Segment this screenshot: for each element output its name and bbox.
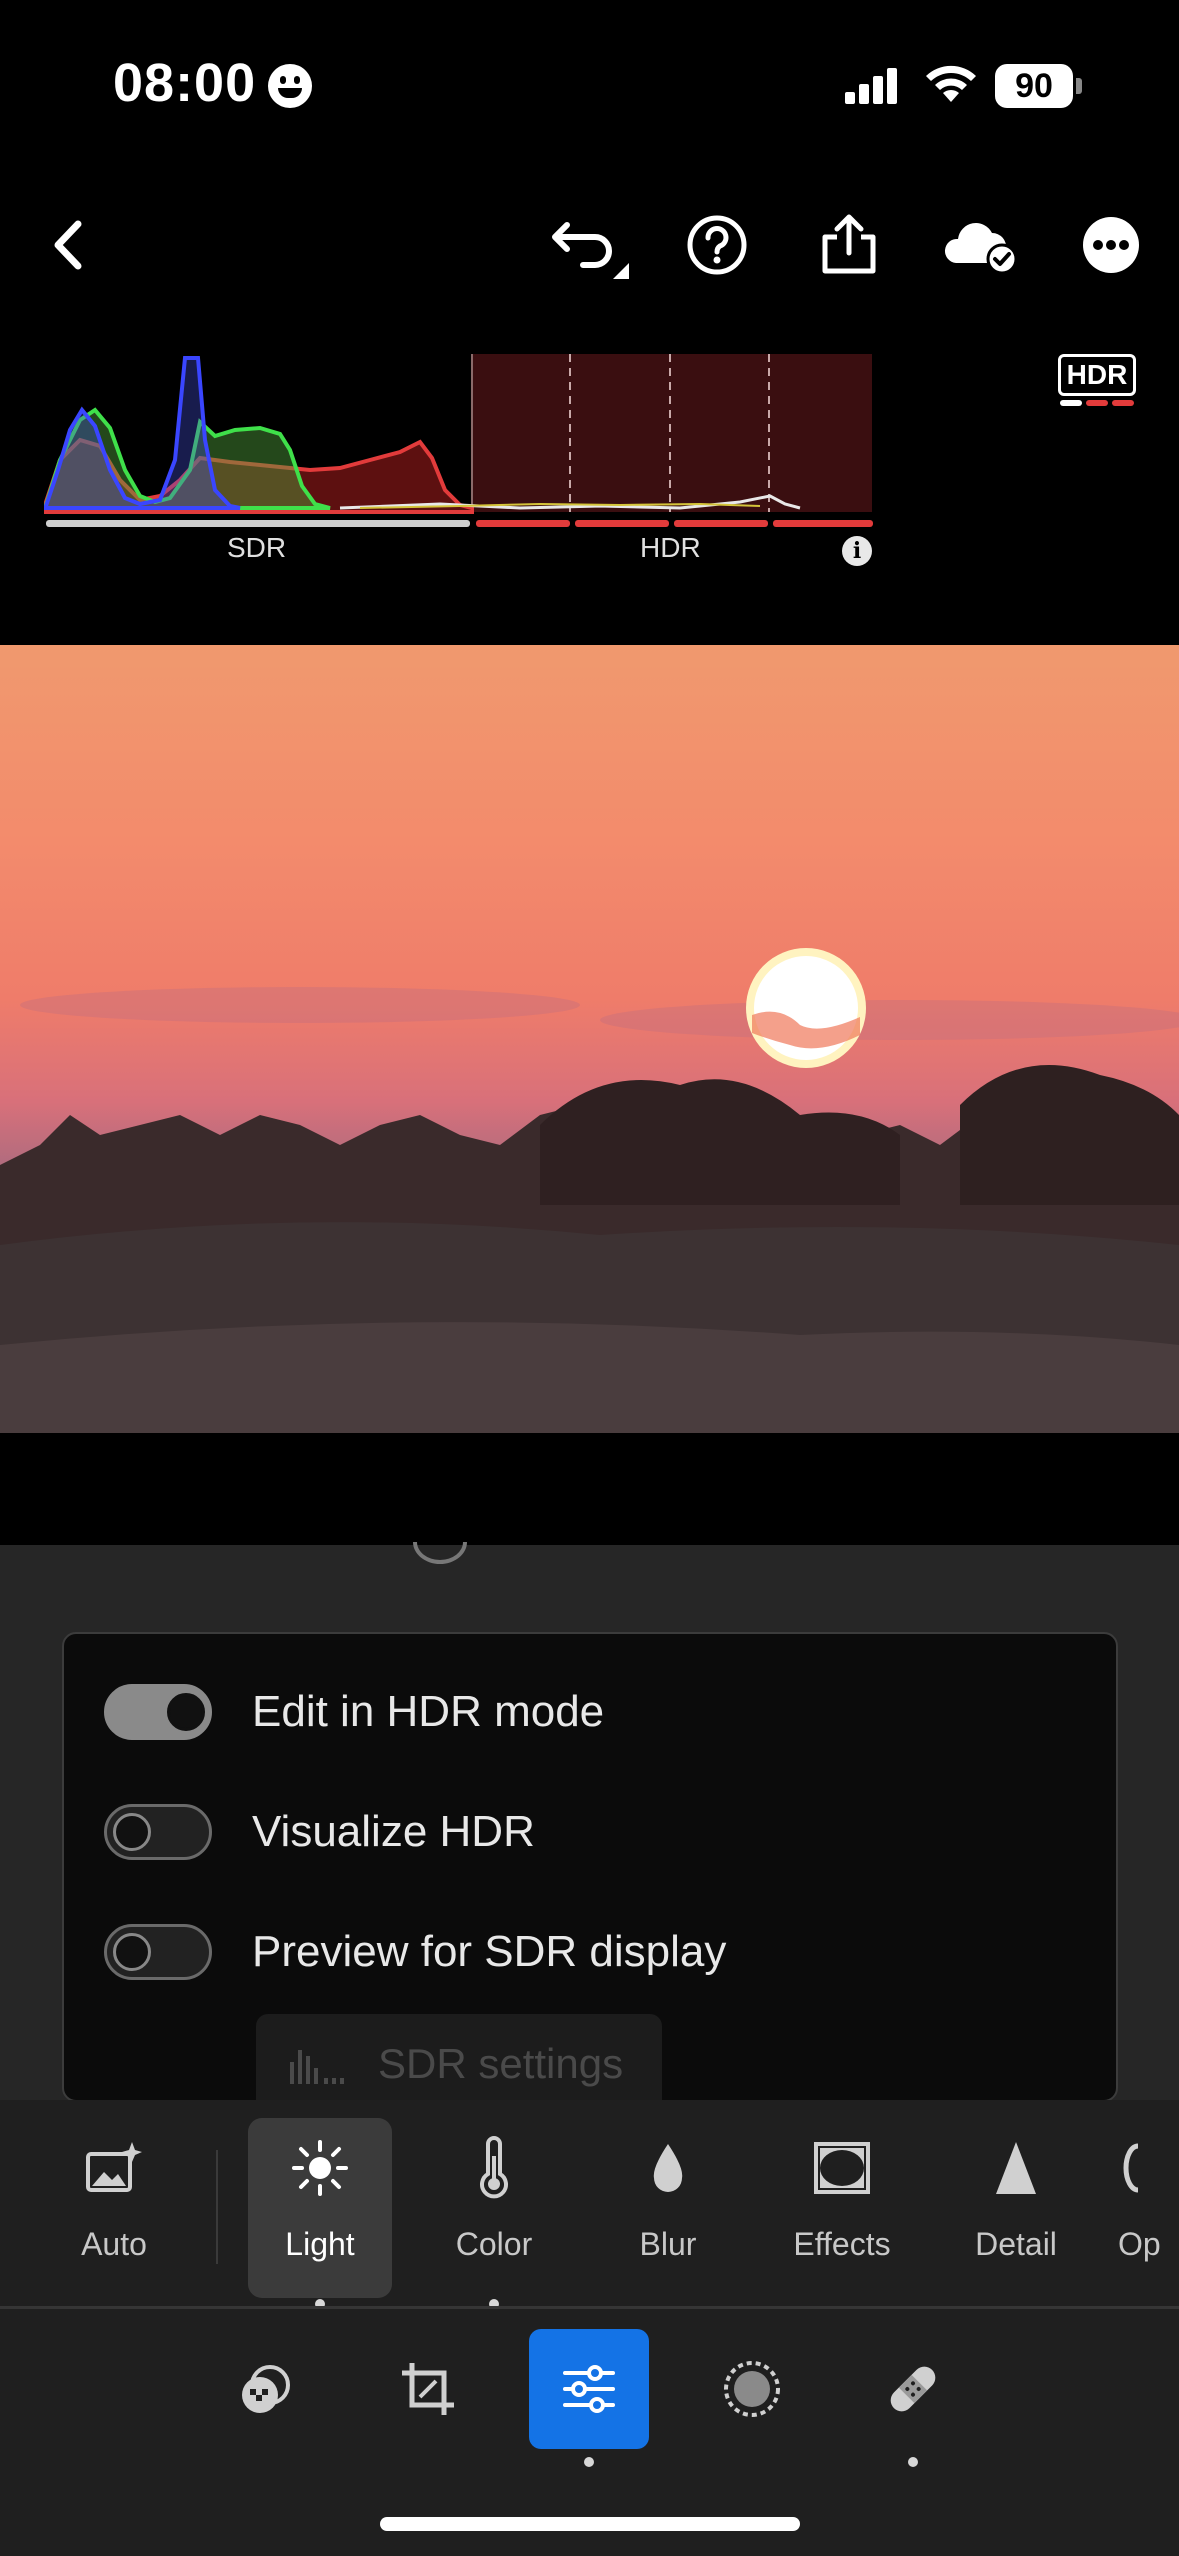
- preview-sdr-label: Preview for SDR display: [252, 1927, 727, 1976]
- hdr-zone: [472, 354, 872, 512]
- back-button[interactable]: [28, 190, 108, 300]
- visualize-hdr-row[interactable]: Visualize HDR: [104, 1792, 535, 1872]
- sdr-settings-button[interactable]: SDR settings: [256, 2014, 662, 2100]
- thermometer-icon: [480, 2136, 508, 2199]
- battery-icon: 90: [995, 64, 1073, 108]
- visualize-hdr-label: Visualize HDR: [252, 1807, 535, 1856]
- preview-sdr-row[interactable]: Preview for SDR display: [104, 1912, 726, 1992]
- help-icon: [687, 215, 747, 275]
- tool-effects-label: Effects: [793, 2226, 891, 2262]
- healing-bandage-icon: [890, 2366, 936, 2412]
- cloud-synced-icon: [944, 223, 1018, 275]
- edit-sliders-icon: [563, 2365, 615, 2413]
- triangle-icon: [996, 2142, 1036, 2194]
- tool-color-label: Color: [455, 2226, 533, 2262]
- hdr-badge-bars: [1060, 400, 1134, 406]
- tool-color[interactable]: Color: [422, 2118, 566, 2298]
- tool-auto-label: Auto: [81, 2226, 147, 2262]
- edit-tools-bar: Auto Light Color Blur Effects Detail Op: [0, 2100, 1179, 2309]
- cellular-signal-icon: [845, 68, 897, 104]
- hdr-badge[interactable]: HDR: [1058, 354, 1136, 406]
- visualize-hdr-toggle[interactable]: [104, 1804, 212, 1860]
- vignette-frame-icon: [814, 2142, 870, 2194]
- histogram-small-icon: [290, 2050, 344, 2084]
- battery-tip: [1076, 78, 1082, 94]
- info-icon[interactable]: i: [842, 536, 872, 566]
- tool-auto[interactable]: Auto: [42, 2118, 186, 2298]
- photo-scene: [0, 948, 1179, 1433]
- more-icon: [1083, 217, 1139, 273]
- crop-button[interactable]: [368, 2329, 488, 2449]
- panel-drag-handle[interactable]: [413, 1542, 467, 1564]
- share-icon: [822, 214, 876, 274]
- auto-enhance-icon: [86, 2142, 142, 2192]
- presets-icon: [242, 2365, 290, 2413]
- tool-effects[interactable]: Effects: [770, 2118, 914, 2298]
- edit-button[interactable]: [529, 2329, 649, 2449]
- share-button[interactable]: [804, 190, 894, 300]
- wifi-icon: [926, 65, 976, 102]
- tool-blur[interactable]: Blur: [596, 2118, 740, 2298]
- cloud-sync-status[interactable]: [932, 190, 1032, 300]
- healing-button[interactable]: [853, 2329, 973, 2449]
- tool-detail-label: Detail: [975, 2226, 1057, 2262]
- photo-preview[interactable]: [0, 645, 1179, 1433]
- help-button[interactable]: [672, 190, 762, 300]
- tool-optics-label: Op: [1118, 2226, 1161, 2262]
- hdr-label: HDR: [640, 532, 701, 563]
- histogram[interactable]: SDR HDR i: [40, 350, 880, 575]
- sdr-settings-label: SDR settings: [378, 2040, 624, 2087]
- sun-icon: [292, 2140, 348, 2196]
- optics-icon: [1123, 2143, 1139, 2193]
- status-time: 08:00: [113, 53, 257, 113]
- smiley-face-icon: [268, 64, 312, 108]
- sdr-label: SDR: [227, 532, 287, 563]
- home-indicator[interactable]: [380, 2517, 800, 2531]
- tool-optics[interactable]: Op: [1118, 2118, 1179, 2298]
- top-toolbar: [0, 190, 1179, 300]
- more-button[interactable]: [1066, 190, 1156, 300]
- hdr-badge-label: HDR: [1058, 354, 1136, 396]
- masking-button[interactable]: [692, 2329, 812, 2449]
- presets-button[interactable]: [206, 2329, 326, 2449]
- edit-in-hdr-row[interactable]: Edit in HDR mode: [104, 1672, 604, 1752]
- masking-icon: [724, 2361, 780, 2417]
- preview-sdr-toggle[interactable]: [104, 1924, 212, 1980]
- status-bar: 08:00 90: [0, 0, 1179, 170]
- hdr-options-card: Edit in HDR mode Visualize HDR Preview f…: [62, 1632, 1118, 2102]
- edit-indicator-dot: [584, 2457, 594, 2467]
- crop-icon: [402, 2363, 454, 2415]
- healing-indicator-dot: [908, 2457, 918, 2467]
- droplet-icon: [653, 2144, 683, 2192]
- undo-button[interactable]: [542, 190, 642, 300]
- tool-light[interactable]: Light: [248, 2118, 392, 2298]
- histogram-graph: [44, 354, 873, 527]
- tool-blur-label: Blur: [639, 2226, 697, 2262]
- back-chevron-icon: [54, 220, 82, 270]
- undo-icon: [552, 222, 629, 279]
- tool-light-label: Light: [285, 2226, 355, 2262]
- edit-in-hdr-label: Edit in HDR mode: [252, 1687, 605, 1736]
- edit-in-hdr-toggle[interactable]: [104, 1684, 212, 1740]
- tools-divider: [216, 2150, 218, 2264]
- tool-detail[interactable]: Detail: [944, 2118, 1088, 2298]
